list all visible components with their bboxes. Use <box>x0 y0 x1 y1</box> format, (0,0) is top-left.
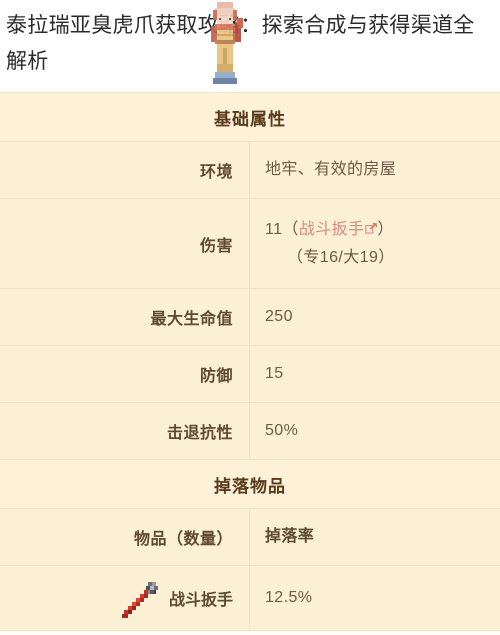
table-row: 最大生命值 250 <box>0 289 500 346</box>
table-row: 击退抗性 50% <box>0 403 500 460</box>
external-link-icon[interactable] <box>365 222 378 235</box>
damage-value-suffix: ） <box>377 220 394 238</box>
page-title: 泰拉瑞亚臭虎爪获取攻略：探索合成与获得渠道全解析 <box>6 14 475 73</box>
column-header-item: 物品（数量） <box>0 509 250 565</box>
table-row: 环境 地牢、有效的房屋 <box>0 142 500 199</box>
battle-wrench-icon <box>121 582 158 618</box>
row-value-damage: 11（战斗扳手 ） （专16/大19） <box>250 199 500 288</box>
section-heading-drops: 掉落物品 <box>0 460 500 509</box>
infobox-table: 基础属性 环境 地牢、有效的房屋 伤害 11（战斗扳手 ） （专16/大19） … <box>0 92 500 631</box>
section-heading-base-stats: 基础属性 <box>0 93 500 142</box>
table-header-row: 物品（数量） 掉落率 <box>0 509 500 566</box>
row-label-knockback-resistance: 击退抗性 <box>0 403 250 459</box>
row-label-defense: 防御 <box>0 346 250 402</box>
article-header: 泰拉瑞亚臭虎爪获取攻略：探索合成与获得渠道全解析 <box>0 0 500 92</box>
table-row: 防御 15 <box>0 346 500 403</box>
row-value-knockback-resistance: 50% <box>265 422 299 439</box>
drop-item-cell: 战斗扳手 <box>0 566 250 630</box>
drop-item-name: 战斗扳手 <box>168 592 233 609</box>
row-label-environment: 环境 <box>0 142 250 198</box>
damage-value-modes: （专16/大19） <box>287 248 395 266</box>
drop-item-rate: 12.5% <box>265 589 313 606</box>
row-label-damage: 伤害 <box>0 199 250 288</box>
row-value-defense: 15 <box>265 365 284 382</box>
table-row: 伤害 11（战斗扳手 ） （专16/大19） <box>0 199 500 289</box>
row-value-environment: 地牢、有效的房屋 <box>265 161 397 178</box>
table-row: 战斗扳手 12.5% <box>0 566 500 631</box>
column-header-rate: 掉落率 <box>265 528 315 545</box>
damage-value-prefix: 11（ <box>265 220 299 238</box>
row-label-max-health: 最大生命值 <box>0 289 250 345</box>
battle-wrench-link[interactable]: 战斗扳手 <box>299 221 365 238</box>
row-value-max-health: 250 <box>265 308 293 325</box>
